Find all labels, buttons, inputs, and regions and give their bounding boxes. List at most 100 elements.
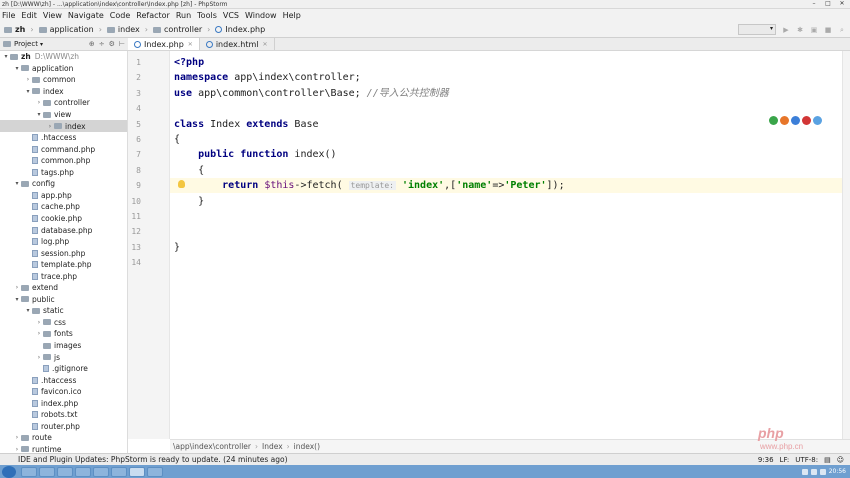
line-separator[interactable]: LF: xyxy=(780,456,790,464)
minimize-icon[interactable]: – xyxy=(808,0,820,8)
close-tab-icon[interactable]: ✕ xyxy=(188,41,193,48)
menu-item-view[interactable]: View xyxy=(43,11,62,20)
tree-item[interactable]: ▾ public xyxy=(0,294,127,306)
tree-item[interactable]: ▾ view xyxy=(0,109,127,121)
tree-item[interactable]: tags.php xyxy=(0,167,127,179)
tree-item[interactable]: › route xyxy=(0,432,127,444)
breadcrumb-item[interactable]: application xyxy=(50,25,94,34)
stop-icon[interactable]: ■ xyxy=(824,26,832,34)
tree-item[interactable]: trace.php xyxy=(0,270,127,282)
taskbar-app-explorer[interactable] xyxy=(39,466,55,477)
editor-breadcrumb-item[interactable]: \app\index\controller xyxy=(173,442,251,451)
tree-item[interactable]: › index xyxy=(0,120,127,132)
tab-index-html[interactable]: index.html ✕ xyxy=(200,38,275,50)
menu-item-navigate[interactable]: Navigate xyxy=(68,11,104,20)
tree-item[interactable]: .htaccess xyxy=(0,132,127,144)
taskbar-app-terminal[interactable] xyxy=(111,466,127,477)
tree-item[interactable]: common.php xyxy=(0,155,127,167)
menu-item-tools[interactable]: Tools xyxy=(197,11,217,20)
menu-item-window[interactable]: Window xyxy=(245,11,277,20)
firefox-icon[interactable] xyxy=(780,116,789,125)
status-message[interactable]: IDE and Plugin Updates: PhpStorm is read… xyxy=(18,455,288,464)
debug-icon[interactable]: ✱ xyxy=(796,26,804,34)
taskbar-app-recorder[interactable] xyxy=(93,466,109,477)
tree-item[interactable]: database.php xyxy=(0,224,127,236)
tree-item[interactable]: cache.php xyxy=(0,201,127,213)
tree-item[interactable]: ▾ zh D:\WWW\zh xyxy=(0,51,127,63)
tree-item[interactable]: ▾ index xyxy=(0,86,127,98)
locate-icon[interactable]: ⊕ xyxy=(89,40,95,48)
tree-item[interactable]: index.php xyxy=(0,398,127,410)
chevron-down-icon[interactable]: ▾ xyxy=(13,65,21,72)
editor-scrollbar[interactable] xyxy=(842,51,850,439)
maximize-icon[interactable]: □ xyxy=(822,0,834,8)
project-panel-label[interactable]: Project xyxy=(14,40,38,48)
tree-item[interactable]: › fonts xyxy=(0,328,127,340)
tray-network-icon[interactable] xyxy=(801,468,808,475)
chevron-right-icon[interactable]: › xyxy=(13,434,21,441)
chevron-down-icon[interactable]: ▾ xyxy=(13,296,21,303)
tree-item[interactable]: command.php xyxy=(0,143,127,155)
opera-icon[interactable] xyxy=(802,116,811,125)
chevron-down-icon[interactable]: ▾ xyxy=(35,111,43,118)
menu-item-file[interactable]: File xyxy=(2,11,15,20)
inspector-icon[interactable]: ☺ xyxy=(837,456,844,464)
taskbar-app-phpstorm[interactable] xyxy=(129,466,145,477)
tree-item[interactable]: log.php xyxy=(0,236,127,248)
chevron-right-icon[interactable]: › xyxy=(13,446,21,453)
chevron-down-icon[interactable]: ▾ xyxy=(13,180,21,187)
tray-ime-icon[interactable] xyxy=(819,468,826,475)
tree-item[interactable]: template.php xyxy=(0,259,127,271)
tree-item[interactable]: .htaccess xyxy=(0,374,127,386)
chevron-right-icon[interactable]: › xyxy=(35,319,43,326)
editor-breadcrumb-item[interactable]: Index xyxy=(262,442,283,451)
ie-icon[interactable] xyxy=(813,116,822,125)
tree-item[interactable]: › extend xyxy=(0,282,127,294)
close-icon[interactable]: ✕ xyxy=(836,0,848,8)
run-config-select[interactable]: ▾ xyxy=(738,24,776,35)
menu-item-code[interactable]: Code xyxy=(110,11,130,20)
taskbar-app-media[interactable] xyxy=(57,466,73,477)
file-encoding[interactable]: UTF-8: xyxy=(795,456,818,464)
breadcrumb-item[interactable]: index xyxy=(118,25,140,34)
chevron-right-icon[interactable]: › xyxy=(46,123,54,130)
tree-item[interactable]: favicon.ico xyxy=(0,386,127,398)
menu-item-vcs[interactable]: VCS xyxy=(223,11,239,20)
taskbar-app-folder[interactable] xyxy=(147,466,163,477)
tree-item[interactable]: › common xyxy=(0,74,127,86)
chevron-down-icon[interactable]: ▾ xyxy=(2,53,10,60)
start-button-icon[interactable] xyxy=(2,465,16,478)
lightbulb-icon[interactable] xyxy=(178,180,185,188)
tree-item[interactable]: ▾ application xyxy=(0,63,127,75)
tree-item[interactable]: › runtime xyxy=(0,444,127,453)
collapse-icon[interactable]: ÷ xyxy=(99,40,105,48)
code-editor[interactable]: <?php namespace app\index\controller; use … xyxy=(170,51,842,439)
chevron-down-icon[interactable]: ▾ xyxy=(24,307,32,314)
chevron-right-icon[interactable]: › xyxy=(35,354,43,361)
tree-item[interactable]: cookie.php xyxy=(0,213,127,225)
editor-breadcrumb-item[interactable]: index() xyxy=(294,442,320,451)
menu-item-run[interactable]: Run xyxy=(176,11,191,20)
breadcrumb-item[interactable]: zh xyxy=(15,25,25,34)
search-everywhere-icon[interactable]: ⌕ xyxy=(838,26,846,34)
tree-item[interactable]: › controller xyxy=(0,97,127,109)
menu-item-edit[interactable]: Edit xyxy=(21,11,37,20)
lock-icon[interactable]: ▤ xyxy=(824,456,831,464)
hide-panel-icon[interactable]: ⊢ xyxy=(119,40,125,48)
breadcrumb-item[interactable]: controller xyxy=(164,25,202,34)
tree-item[interactable]: › js xyxy=(0,351,127,363)
taskbar-app-chrome[interactable] xyxy=(75,466,91,477)
close-tab-icon[interactable]: ✕ xyxy=(262,41,267,48)
tree-item[interactable]: .gitignore xyxy=(0,363,127,375)
tree-item[interactable]: ▾ static xyxy=(0,305,127,317)
tree-item[interactable]: ▾ config xyxy=(0,178,127,190)
caret-position[interactable]: 9:36 xyxy=(758,456,774,464)
run-icon[interactable]: ▶ xyxy=(782,26,790,34)
chevron-right-icon[interactable]: › xyxy=(35,330,43,337)
chevron-right-icon[interactable]: › xyxy=(13,284,21,291)
tree-item[interactable]: router.php xyxy=(0,421,127,433)
chevron-right-icon[interactable]: › xyxy=(24,76,32,83)
menu-item-refactor[interactable]: Refactor xyxy=(136,11,170,20)
tree-item[interactable]: images xyxy=(0,340,127,352)
tray-clock[interactable]: 20:56 xyxy=(829,468,846,475)
